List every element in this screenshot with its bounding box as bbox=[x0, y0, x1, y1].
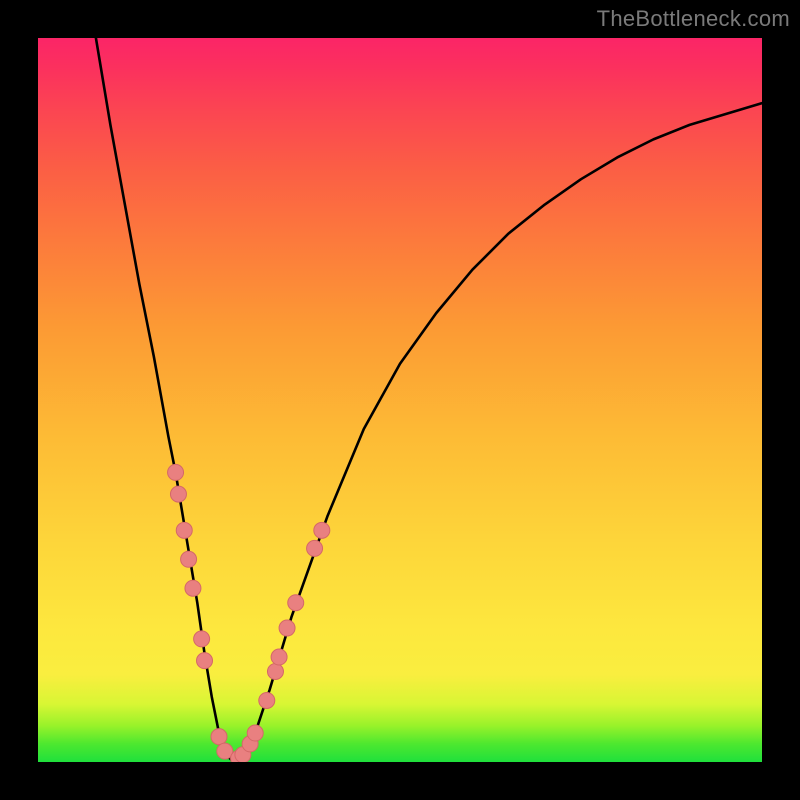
data-point bbox=[194, 631, 210, 647]
chart-svg bbox=[38, 38, 762, 762]
data-point bbox=[247, 725, 263, 741]
chart-frame: TheBottleneck.com bbox=[0, 0, 800, 800]
data-point bbox=[259, 692, 275, 708]
plot-area bbox=[38, 38, 762, 762]
data-point bbox=[181, 551, 197, 567]
data-point bbox=[176, 522, 192, 538]
data-point bbox=[197, 653, 213, 669]
data-point bbox=[279, 620, 295, 636]
data-point bbox=[307, 540, 323, 556]
data-point bbox=[168, 464, 184, 480]
watermark-text: TheBottleneck.com bbox=[597, 6, 790, 32]
data-point bbox=[271, 649, 287, 665]
data-point bbox=[314, 522, 330, 538]
data-point bbox=[267, 664, 283, 680]
curve-group bbox=[96, 38, 762, 762]
dots-group bbox=[168, 464, 330, 762]
bottleneck-curve bbox=[96, 38, 762, 762]
data-point bbox=[185, 580, 201, 596]
data-point bbox=[170, 486, 186, 502]
data-point bbox=[288, 595, 304, 611]
data-point bbox=[211, 729, 227, 745]
